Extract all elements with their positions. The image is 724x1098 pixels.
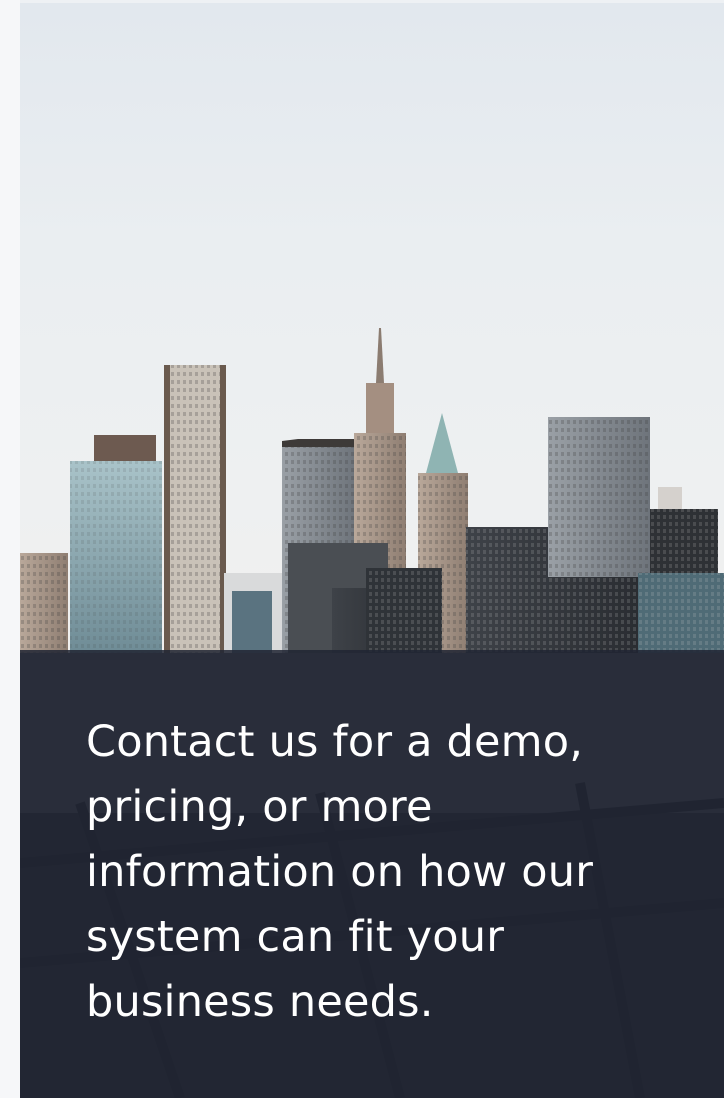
hero-section: Contact us for a demo, pricing, or more … bbox=[20, 3, 724, 1098]
contact-overlay: Contact us for a demo, pricing, or more … bbox=[20, 650, 724, 1098]
contact-message: Contact us for a demo, pricing, or more … bbox=[86, 717, 594, 1027]
page: Contact us for a demo, pricing, or more … bbox=[0, 0, 724, 1098]
